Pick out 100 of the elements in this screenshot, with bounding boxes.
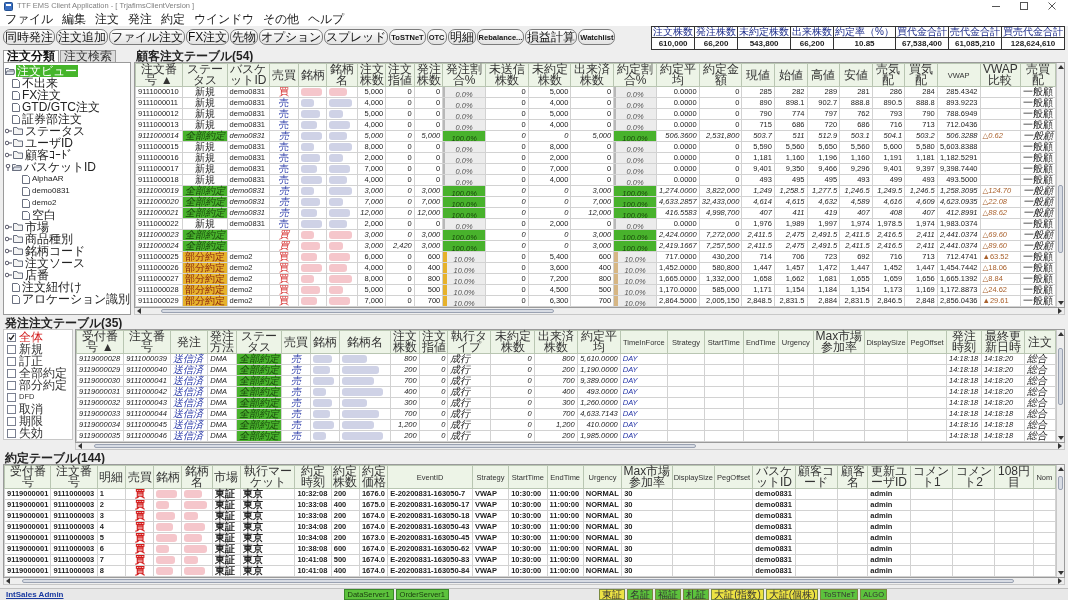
tree-item[interactable]: 商品種別: [24, 233, 74, 245]
tree-handle-icon[interactable]: [5, 152, 12, 158]
tree-handle-icon[interactable]: [5, 236, 12, 242]
column-header[interactable]: 約定株数: [331, 465, 360, 489]
tree-item[interactable]: demo0831: [31, 185, 71, 197]
column-header[interactable]: 注文指値: [419, 330, 448, 354]
tree-handle-icon[interactable]: [5, 128, 12, 134]
checkbox[interactable]: [7, 380, 16, 390]
tree-item[interactable]: アロケーション識別: [21, 293, 131, 305]
column-header[interactable]: 更新ユーザID: [867, 465, 911, 489]
column-header[interactable]: 明細: [97, 465, 126, 489]
toolbar-button[interactable]: 同時発注: [3, 29, 55, 45]
column-header[interactable]: 発注時刻: [946, 330, 982, 354]
maximize-icon[interactable]: [1020, 2, 1028, 10]
menu-item[interactable]: 発注: [128, 12, 152, 26]
column-header[interactable]: 執行マーケット: [240, 465, 295, 489]
tree-handle-icon[interactable]: [5, 140, 12, 146]
column-header[interactable]: 約定価格: [359, 465, 388, 489]
tree-item[interactable]: 注文ソース: [24, 257, 86, 269]
tree-handle-icon[interactable]: [5, 260, 12, 266]
menu-item[interactable]: 約定: [161, 12, 185, 26]
tree-item[interactable]: GTD/GTC注文: [21, 101, 101, 113]
checkbox[interactable]: [7, 404, 16, 414]
toolbar-button[interactable]: スプレッド: [324, 29, 389, 45]
horizontal-scrollbar[interactable]: [75, 443, 1065, 450]
column-header[interactable]: 発注: [170, 330, 208, 354]
menu-item[interactable]: その他: [263, 12, 299, 26]
column-header[interactable]: 注文株数: [357, 63, 386, 87]
column-header[interactable]: 銘柄: [310, 330, 340, 354]
vertical-scrollbar[interactable]: [1056, 63, 1064, 307]
column-header[interactable]: 発注割合%: [442, 63, 486, 87]
column-header[interactable]: 注文番号 ▲: [135, 63, 183, 87]
tree-item[interactable]: 証券部注文: [21, 113, 83, 125]
tree-handle-icon[interactable]: [5, 224, 12, 230]
tree-item[interactable]: ユーザID: [24, 137, 74, 149]
column-header[interactable]: 銘柄名: [326, 63, 358, 87]
column-header[interactable]: VWAP比較: [980, 63, 1021, 87]
column-header[interactable]: 銘柄名: [339, 330, 391, 354]
toolbar-button[interactable]: FX注文: [186, 29, 230, 45]
menu-item[interactable]: ファイル: [5, 12, 53, 26]
tree-item[interactable]: 市場: [24, 221, 50, 233]
column-header[interactable]: 売買: [269, 63, 299, 87]
tree-handle-icon[interactable]: [5, 163, 11, 171]
column-header[interactable]: 売買配: [1020, 63, 1056, 87]
toolbar-button[interactable]: 注文追加: [56, 29, 108, 45]
menu-item[interactable]: 注文: [95, 12, 119, 26]
column-header[interactable]: コメント1: [910, 465, 953, 489]
column-header[interactable]: 買気配: [904, 63, 938, 87]
column-header[interactable]: 顧客名: [837, 465, 868, 489]
column-header[interactable]: ステータス: [236, 330, 282, 354]
column-header[interactable]: 注文番号: [50, 465, 98, 489]
column-header[interactable]: 執行タイプ: [447, 330, 491, 354]
column-header[interactable]: 安値: [839, 63, 873, 87]
tree-item[interactable]: demo2: [31, 197, 58, 209]
column-header[interactable]: バスケットID: [227, 63, 270, 87]
column-header[interactable]: コメント2: [952, 465, 995, 489]
toolbar-button[interactable]: オプション: [259, 29, 324, 45]
column-header[interactable]: 始値: [774, 63, 807, 87]
column-header[interactable]: 銘柄: [153, 465, 182, 489]
column-header[interactable]: 約定金額: [699, 63, 742, 87]
checkbox[interactable]: [7, 344, 16, 354]
minimize-icon[interactable]: [992, 5, 1000, 7]
column-header[interactable]: 約定平均: [656, 63, 700, 87]
column-header[interactable]: 108円目: [994, 465, 1034, 489]
vertical-scrollbar[interactable]: [1056, 330, 1064, 442]
checkbox[interactable]: [7, 356, 16, 366]
tree-item[interactable]: ステータス: [24, 125, 86, 137]
column-header[interactable]: バスケットID: [752, 465, 796, 489]
column-header[interactable]: 市場: [212, 465, 241, 489]
tree-item[interactable]: 不出来: [21, 77, 59, 89]
tree-item[interactable]: AlphaAR: [31, 173, 65, 185]
column-header[interactable]: 発注方法: [207, 330, 237, 354]
column-header[interactable]: 注文株数: [390, 330, 420, 354]
column-header[interactable]: 出来済株数: [534, 330, 578, 354]
column-header[interactable]: 未約定株数: [528, 63, 571, 87]
tab[interactable]: 注文分類: [3, 50, 59, 62]
tree-item[interactable]: 空白: [31, 209, 57, 221]
column-header[interactable]: 未送信株数: [485, 63, 529, 87]
column-header[interactable]: 銘柄名: [182, 465, 213, 489]
column-header[interactable]: 未約定株数: [490, 330, 535, 354]
tree-handle-icon[interactable]: [5, 248, 12, 254]
column-header[interactable]: 発注株数: [414, 63, 443, 87]
menu-item[interactable]: ヘルプ: [308, 12, 344, 26]
tab[interactable]: 注文検索: [60, 50, 116, 62]
vertical-scrollbar[interactable]: [1056, 465, 1064, 577]
tree-item[interactable]: FX注文: [21, 89, 63, 101]
column-header[interactable]: 約定平均: [577, 330, 621, 354]
tree-item[interactable]: 注文紐付け: [21, 281, 83, 293]
tree-item[interactable]: 店番: [24, 269, 50, 281]
column-header[interactable]: 最終更新日時: [981, 330, 1025, 354]
horizontal-scrollbar[interactable]: [3, 578, 1065, 585]
toolbar-button[interactable]: ファイル注文: [109, 29, 185, 45]
tree-item[interactable]: 銘柄コード: [24, 245, 86, 257]
column-header[interactable]: Max市場参加率: [621, 465, 673, 489]
toolbar-button[interactable]: 損益計算: [525, 29, 578, 45]
checkbox[interactable]: [7, 332, 16, 342]
checkbox[interactable]: [7, 368, 16, 378]
checkbox[interactable]: [7, 428, 16, 438]
menu-item[interactable]: ウインドウ: [194, 12, 254, 26]
tree-item[interactable]: バスケットID: [23, 161, 97, 173]
